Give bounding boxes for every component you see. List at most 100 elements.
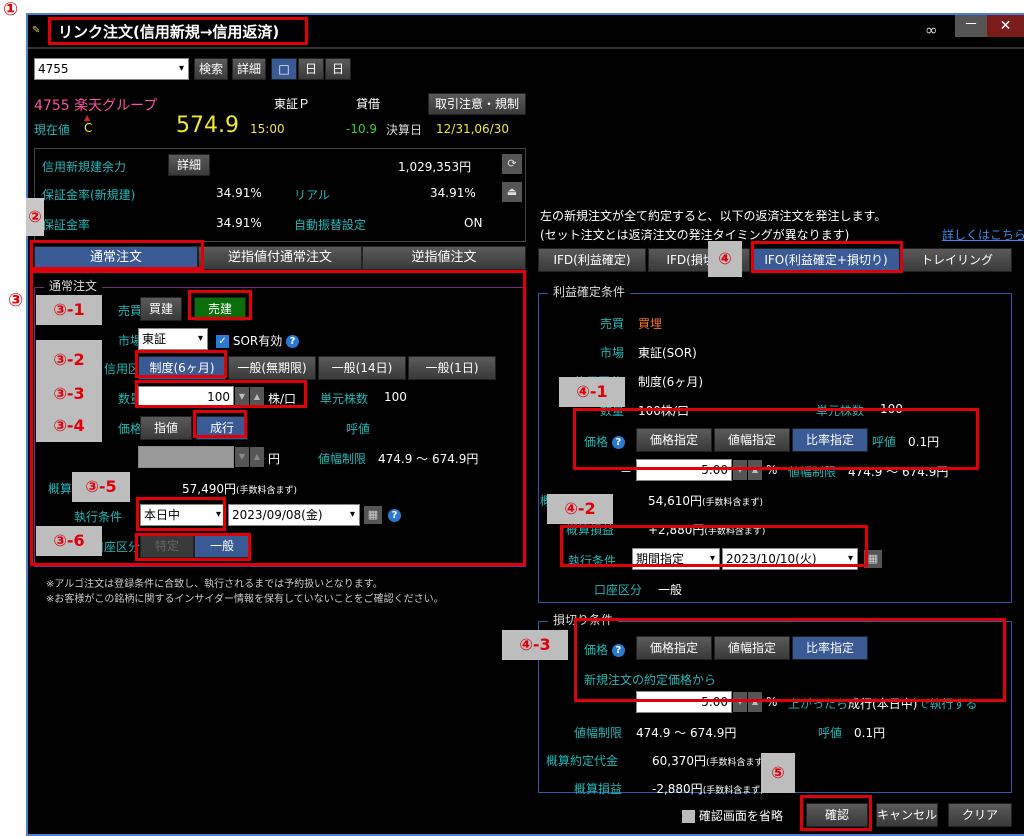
account-specific-button[interactable]: 特定 xyxy=(140,534,194,558)
margin-rate-label: 保証金率 xyxy=(42,218,91,232)
real-value: 34.91% xyxy=(430,186,476,200)
skip-confirm-checkbox[interactable]: 確認画面を省略 xyxy=(682,807,783,824)
close-button[interactable]: ✕ xyxy=(987,15,1024,37)
fee-note: (手数料含まず) xyxy=(702,498,764,508)
loss-trigger-text: 上がったら成行(本日中)で執行する xyxy=(788,695,977,712)
annotation-3-4: ③-4 xyxy=(36,410,102,442)
capacity-detail-button[interactable]: 詳細 xyxy=(168,154,210,176)
credit-standard-6m-button[interactable]: 制度(6ヶ月) xyxy=(138,356,226,380)
profit-ratio-specify-button[interactable]: 比率指定 xyxy=(792,428,868,452)
quantity-decrement-button[interactable]: ▼ xyxy=(235,387,249,407)
refresh-icon[interactable]: ⟳ xyxy=(502,154,522,174)
tab-stop-order[interactable]: 逆指値注文 xyxy=(362,246,526,270)
estimated-amount: 57,490円 xyxy=(182,482,236,496)
loss-ratio-increment-button[interactable]: ▲ xyxy=(748,692,762,712)
auto-transfer-label: 自動振替設定 xyxy=(294,218,367,232)
price-increment-button[interactable]: ▲ xyxy=(250,447,264,467)
regulation-button[interactable]: 取引注意・規制 xyxy=(428,93,526,115)
tab-ifo[interactable]: IFO(利益確定+損切り) xyxy=(752,248,900,272)
execution-date-select[interactable]: 2023/09/08(金) xyxy=(228,504,360,526)
clear-button[interactable]: クリア xyxy=(948,803,1012,827)
tab-normal-order[interactable]: 通常注文 xyxy=(34,246,198,270)
help-icon[interactable]: ? xyxy=(611,644,625,657)
account-general-button[interactable]: 一般 xyxy=(194,534,250,558)
unit-shares-label: 単元株数 xyxy=(320,392,369,406)
profit-ratio-decrement-button[interactable]: ▼ xyxy=(733,460,747,480)
credit-general-unlimited-button[interactable]: 一般(無期限) xyxy=(228,356,316,380)
margin-type: 貸借 xyxy=(356,97,381,111)
help-icon[interactable]: ? xyxy=(286,335,300,348)
settlement-label: 決算日 xyxy=(386,123,423,137)
credit-general-14d-button[interactable]: 一般(14日) xyxy=(318,356,406,380)
chain-link-icon[interactable]: ∞ xyxy=(925,21,938,39)
loss-est: 60,370円(手数料含まず) xyxy=(652,752,767,769)
loss-est-label: 概算約定代金 xyxy=(546,754,619,768)
execution-help[interactable]: ? xyxy=(388,508,401,522)
profit-limit-value: 474.9 ～ 674.9円 xyxy=(848,465,949,479)
profit-range-specify-button[interactable]: 値幅指定 xyxy=(714,428,790,452)
calendar-icon[interactable]: ▦ xyxy=(864,550,882,568)
details-link[interactable]: 詳しくはこちら xyxy=(942,226,1024,243)
profit-market-label: 市場 xyxy=(600,346,625,360)
market-select-value: 東証 xyxy=(142,332,167,346)
confirm-button[interactable]: 確認 xyxy=(806,803,868,827)
skip-confirm-label: 確認画面を省略 xyxy=(698,809,783,823)
collapse-icon[interactable]: ⏏ xyxy=(502,182,522,202)
profit-exec-date-select[interactable]: 2023/10/10(火) xyxy=(722,548,858,570)
layout-split3-button[interactable]: 日 xyxy=(325,58,351,80)
market-select[interactable]: 東証 xyxy=(138,328,208,350)
margin-rate-new-label: 保証金率(新規建) xyxy=(42,188,136,202)
sell-open-button[interactable]: 売建 xyxy=(194,297,246,321)
tab-ifd-profit[interactable]: IFD(利益確定) xyxy=(538,248,646,272)
sor-checkbox[interactable]: ✓ SOR有効 ? xyxy=(216,332,300,349)
quantity-input[interactable]: 100 xyxy=(138,386,234,408)
cancel-button[interactable]: キャンセル xyxy=(876,803,938,827)
profit-pl: +2,880円(手数料含まず) xyxy=(648,521,765,538)
loss-est-value: 60,370円 xyxy=(652,754,706,768)
pin-icon[interactable]: ✎ xyxy=(32,25,46,39)
buy-open-button[interactable]: 買建 xyxy=(140,297,182,321)
tab-trailing[interactable]: トレイリング xyxy=(902,248,1012,272)
loss-ratio-specify-button[interactable]: 比率指定 xyxy=(792,636,868,660)
profit-price-label-text: 価格 xyxy=(584,435,609,449)
loss-ratio-input[interactable]: 5.00 xyxy=(636,691,732,713)
help-icon[interactable]: ? xyxy=(611,436,625,449)
layout-split2-button[interactable]: 日 xyxy=(298,58,324,80)
detail-button[interactable]: 詳細 xyxy=(232,58,266,80)
profit-limit-label: 値幅制限 xyxy=(788,465,837,479)
loss-price-label-text: 価格 xyxy=(584,643,609,657)
price-input[interactable] xyxy=(138,446,234,468)
limit-order-button[interactable]: 指値 xyxy=(140,416,192,440)
loss-pl: -2,880円(手数料含まず) xyxy=(652,780,764,797)
loss-range-specify-button[interactable]: 値幅指定 xyxy=(714,636,790,660)
credit-general-1d-button[interactable]: 一般(1日) xyxy=(408,356,496,380)
profit-exec-value: 期間指定 xyxy=(636,552,685,566)
layout-single-button[interactable]: □ xyxy=(271,58,297,80)
tab-stop-normal-order[interactable]: 逆指値付通常注文 xyxy=(198,246,362,270)
price-decrement-button[interactable]: ▼ xyxy=(235,447,249,467)
loss-price-specify-button[interactable]: 価格指定 xyxy=(636,636,712,660)
profit-credit-value: 制度(6ヶ月) xyxy=(638,375,703,389)
symbol-select[interactable]: 4755 xyxy=(34,58,189,80)
execution-condition-select[interactable]: 本日中 xyxy=(140,504,226,526)
profit-tick-label: 呼値 xyxy=(872,435,897,449)
profit-ratio-input[interactable]: 5.00 xyxy=(636,459,732,481)
profit-ratio-increment-button[interactable]: ▲ xyxy=(748,460,762,480)
title-bar[interactable]: ✎ リンク注文(信用新規→信用返済) ∞ － ✕ xyxy=(28,15,1024,49)
profit-price-specify-button[interactable]: 価格指定 xyxy=(636,428,712,452)
search-button[interactable]: 検索 xyxy=(194,58,228,80)
loss-from-label: 新規注文の約定価格から xyxy=(584,673,717,687)
current-price: 574.9 xyxy=(176,113,239,138)
minimize-button[interactable]: － xyxy=(955,15,987,37)
price-label: 価格 xyxy=(118,422,143,436)
market-order-button[interactable]: 成行 xyxy=(196,416,248,440)
loss-price-label: 価格 ? xyxy=(584,641,625,658)
profit-qty-value: 100株/口 xyxy=(638,404,689,418)
profit-exec-select[interactable]: 期間指定 xyxy=(632,548,720,570)
calendar-icon[interactable]: ▦ xyxy=(364,506,382,524)
profit-sign: － xyxy=(620,465,633,479)
profit-account-label: 口座区分 xyxy=(594,583,643,597)
quantity-increment-button[interactable]: ▲ xyxy=(250,387,264,407)
loss-ratio-decrement-button[interactable]: ▼ xyxy=(733,692,747,712)
profit-side-label: 売買 xyxy=(600,317,625,331)
